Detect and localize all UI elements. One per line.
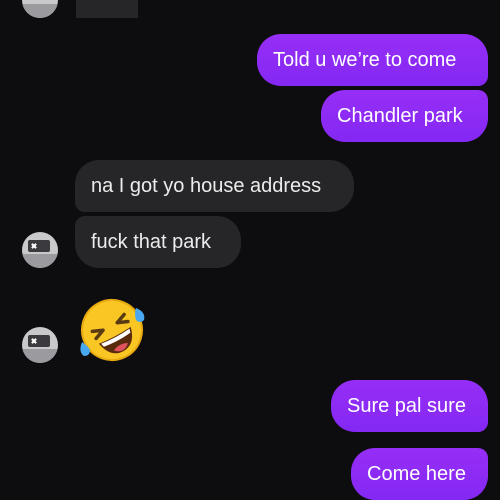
message-text: na I got yo house address — [91, 174, 322, 197]
outgoing-message[interactable]: Sure pal sure — [331, 380, 488, 432]
contact-avatar[interactable] — [22, 232, 58, 268]
avatar-shade — [22, 349, 58, 363]
incoming-message[interactable]: fuck that park — [75, 216, 241, 268]
incoming-message-partial[interactable] — [76, 0, 138, 18]
message-text: Sure pal sure — [347, 394, 466, 417]
message-text: Told u we’re to come — [273, 48, 457, 71]
contact-avatar[interactable] — [22, 0, 58, 18]
outgoing-message[interactable]: Chandler park — [321, 90, 488, 142]
chat-thread[interactable]: Told u we’re to come Chandler park na I … — [0, 0, 500, 500]
rolling-on-the-floor-laughing-emoji[interactable] — [76, 294, 148, 366]
avatar-shade — [22, 4, 58, 18]
contact-avatar[interactable] — [22, 327, 58, 363]
incoming-message[interactable]: na I got yo house address — [75, 160, 354, 212]
outgoing-message[interactable]: Told u we’re to come — [257, 34, 488, 86]
message-text: fuck that park — [91, 230, 212, 253]
avatar-image — [28, 335, 50, 347]
avatar-image — [28, 240, 50, 252]
message-text: Chandler park — [337, 104, 463, 127]
emoji-tear-right — [135, 308, 145, 322]
message-text: Come here — [367, 462, 466, 485]
outgoing-message[interactable]: Come here — [351, 448, 488, 500]
avatar-shade — [22, 254, 58, 268]
